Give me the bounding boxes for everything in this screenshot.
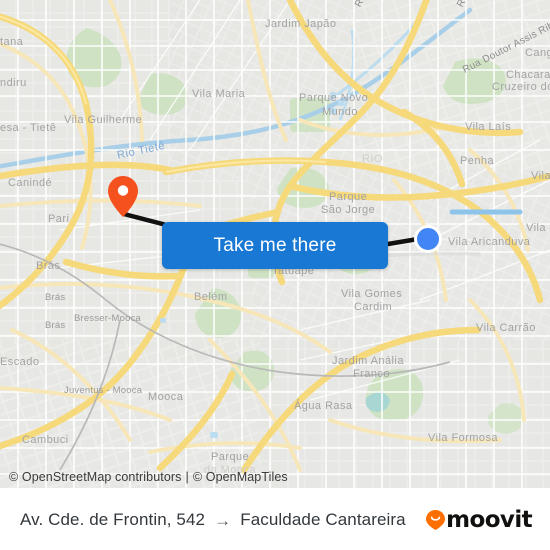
map-attribution: © OpenStreetMap contributors | © OpenMap… <box>0 466 550 488</box>
route-summary: Av. Cde. de Frontin, 542 → Faculdade Can… <box>20 510 406 530</box>
arrow-right-icon: → <box>214 510 232 530</box>
attribution-separator: | <box>185 470 189 484</box>
moovit-wordmark: moovit <box>446 507 532 533</box>
map-viewport[interactable]: Jardim Japão Vila Maria Parque Novo Mundo Vi… <box>0 0 550 488</box>
take-me-there-button[interactable]: Take me there <box>162 222 388 269</box>
attribution-osm[interactable]: © OpenStreetMap contributors <box>9 470 182 484</box>
moovit-logo[interactable]: moovit <box>426 507 533 533</box>
route-footer: Av. Cde. de Frontin, 542 → Faculdade Can… <box>0 488 550 550</box>
origin-label: Av. Cde. de Frontin, 542 <box>20 510 206 529</box>
destination-label: Faculdade Cantareira <box>240 510 406 529</box>
origin-pin-icon[interactable] <box>108 176 138 218</box>
moovit-pin-icon <box>426 510 446 530</box>
take-me-there-label: Take me there <box>213 234 337 256</box>
moovit-route-card: Jardim Japão Vila Maria Parque Novo Mundo Vi… <box>0 0 550 550</box>
destination-dot-icon[interactable] <box>414 225 442 253</box>
attribution-openmaptiles[interactable]: © OpenMapTiles <box>193 470 288 484</box>
